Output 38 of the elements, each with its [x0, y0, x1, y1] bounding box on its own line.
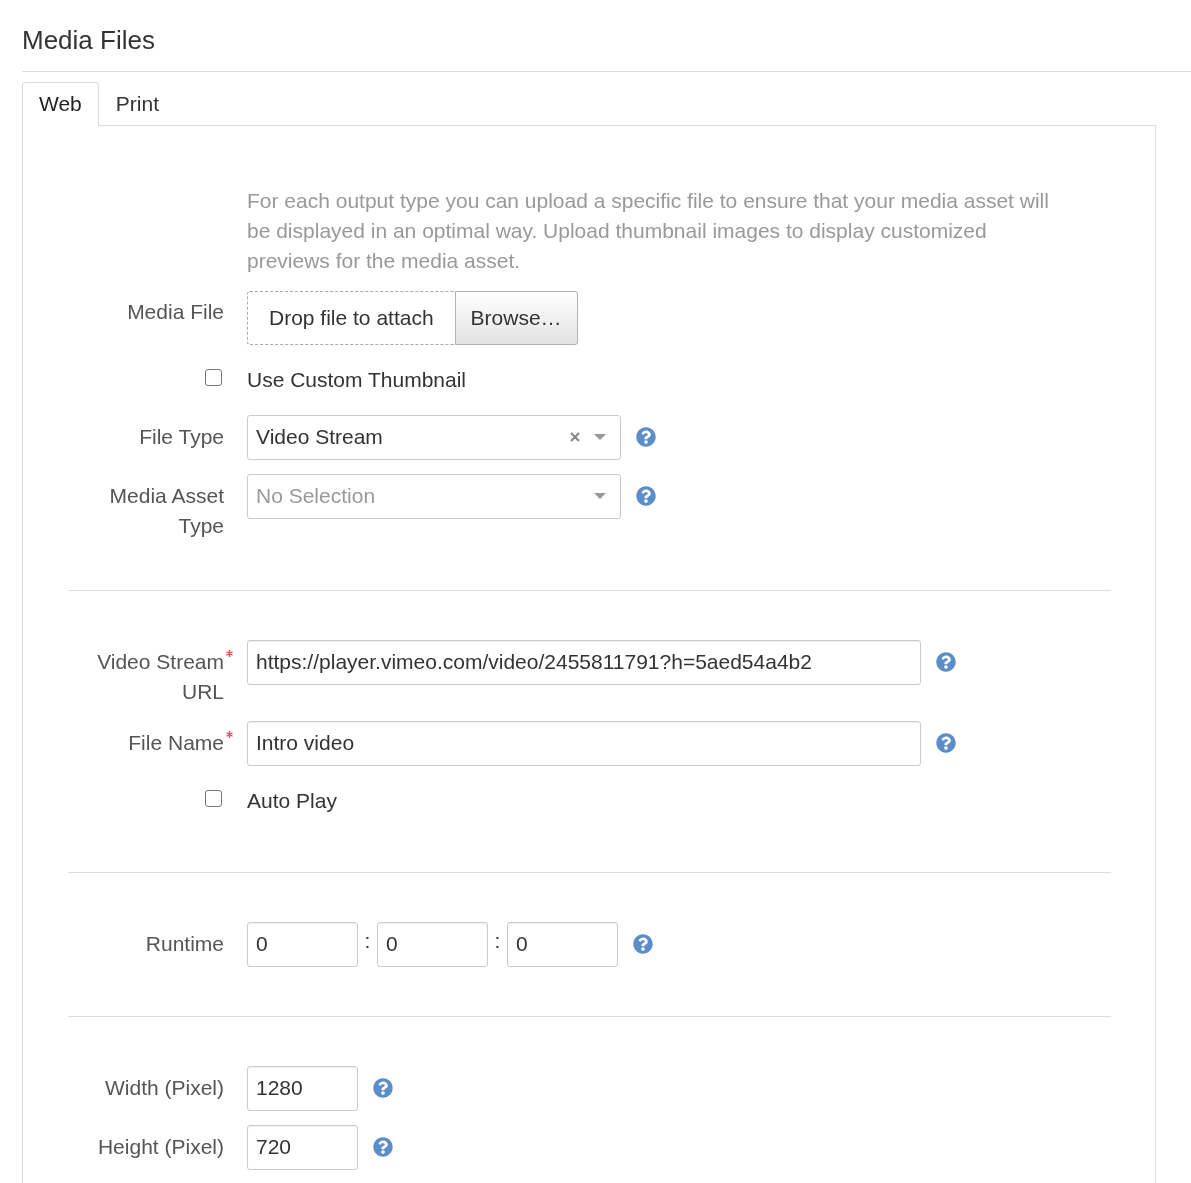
time-separator: : [363, 928, 372, 955]
caret-icon [594, 493, 606, 499]
field-label: Media File [127, 298, 224, 325]
input-field[interactable]: 0 [377, 921, 488, 967]
field-label: Height (Pixel) [97, 1133, 224, 1160]
tab[interactable]: Web [22, 81, 99, 126]
help-icon[interactable] [936, 652, 956, 672]
select-field[interactable]: Video Stream [247, 414, 621, 460]
help-icon[interactable] [636, 427, 656, 447]
time-separator: : [493, 928, 502, 955]
input-field[interactable]: 1280 [247, 1065, 358, 1111]
input-field[interactable]: https://player.vimeo.com/video/2455811791?h=5aed54a4b2 [247, 639, 921, 685]
field-label: Media Asset Type [108, 482, 224, 539]
tab[interactable]: Print [98, 81, 176, 126]
help-icon[interactable] [636, 486, 656, 506]
file-drop-zone[interactable]: Drop file to attach [247, 290, 455, 345]
input-field[interactable]: 0 [247, 921, 358, 967]
help-icon[interactable] [936, 733, 956, 753]
help-icon[interactable] [633, 934, 653, 954]
checkbox[interactable] [205, 790, 222, 807]
help-icon[interactable] [373, 1137, 393, 1157]
field-label: Width (Pixel) [104, 1074, 224, 1101]
checkbox[interactable] [205, 369, 222, 386]
field-label: File Name [128, 729, 224, 756]
field-label: File Type [139, 423, 224, 450]
input-field[interactable]: 720 [247, 1124, 358, 1170]
section-title: Media Files [22, 25, 155, 55]
browse-button[interactable]: Browse… [454, 290, 578, 345]
input-field[interactable]: Intro video [247, 720, 921, 766]
checkbox-label: Use Custom Thumbnail [247, 366, 467, 393]
help-icon[interactable] [373, 1078, 393, 1098]
input-field[interactable]: 0 [507, 921, 618, 967]
field-label: Video Stream URL [96, 648, 224, 705]
field-label: Runtime [145, 930, 224, 957]
clear-icon[interactable] [570, 432, 580, 442]
description-text: For each output type you can upload a specific file to ensure that your media asset will be displayed in an optimal way. Upload thumbnail images to display customized previews for the media asset. [247, 187, 1050, 274]
caret-icon [594, 434, 606, 440]
checkbox-label: Auto Play [247, 787, 337, 814]
